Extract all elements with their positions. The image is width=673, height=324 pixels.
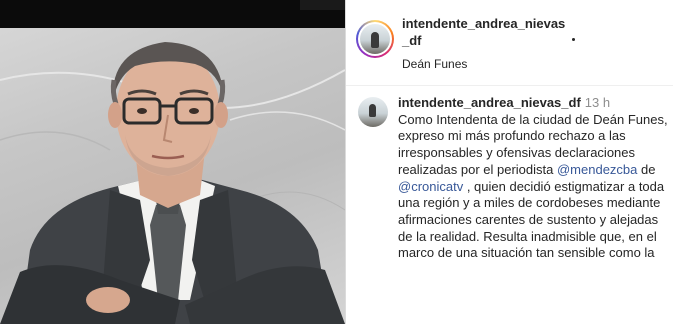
post-username-line2: _df bbox=[402, 33, 422, 48]
post-username-line1: intendente_andrea_nievas bbox=[402, 16, 566, 31]
post-header: intendente_andrea_nievas _df Deán Funes bbox=[346, 0, 673, 86]
comment-body: intendente_andrea_nievas_df 13 h Como Int… bbox=[398, 95, 670, 262]
comment-text-2: de bbox=[637, 161, 656, 177]
mention-link-mendezcba[interactable]: @mendezcba bbox=[557, 162, 637, 177]
post-username[interactable]: intendente_andrea_nievas _df bbox=[402, 15, 572, 49]
header-dot bbox=[572, 38, 575, 41]
comment-avatar[interactable] bbox=[358, 97, 388, 127]
comment-timestamp[interactable]: 13 h bbox=[585, 95, 610, 110]
mention-link-cronicatv[interactable]: @cronicatv bbox=[398, 179, 463, 194]
post-photo bbox=[0, 0, 345, 324]
avatar-inner bbox=[358, 22, 392, 56]
man-portrait-illustration bbox=[0, 42, 345, 324]
story-ring-avatar[interactable] bbox=[356, 20, 394, 58]
avatar bbox=[360, 24, 390, 54]
instagram-post-panel: intendente_andrea_nievas _df Deán Funes … bbox=[345, 0, 673, 324]
comment-username[interactable]: intendente_andrea_nievas_df bbox=[398, 95, 581, 110]
post-location[interactable]: Deán Funes bbox=[402, 57, 467, 71]
